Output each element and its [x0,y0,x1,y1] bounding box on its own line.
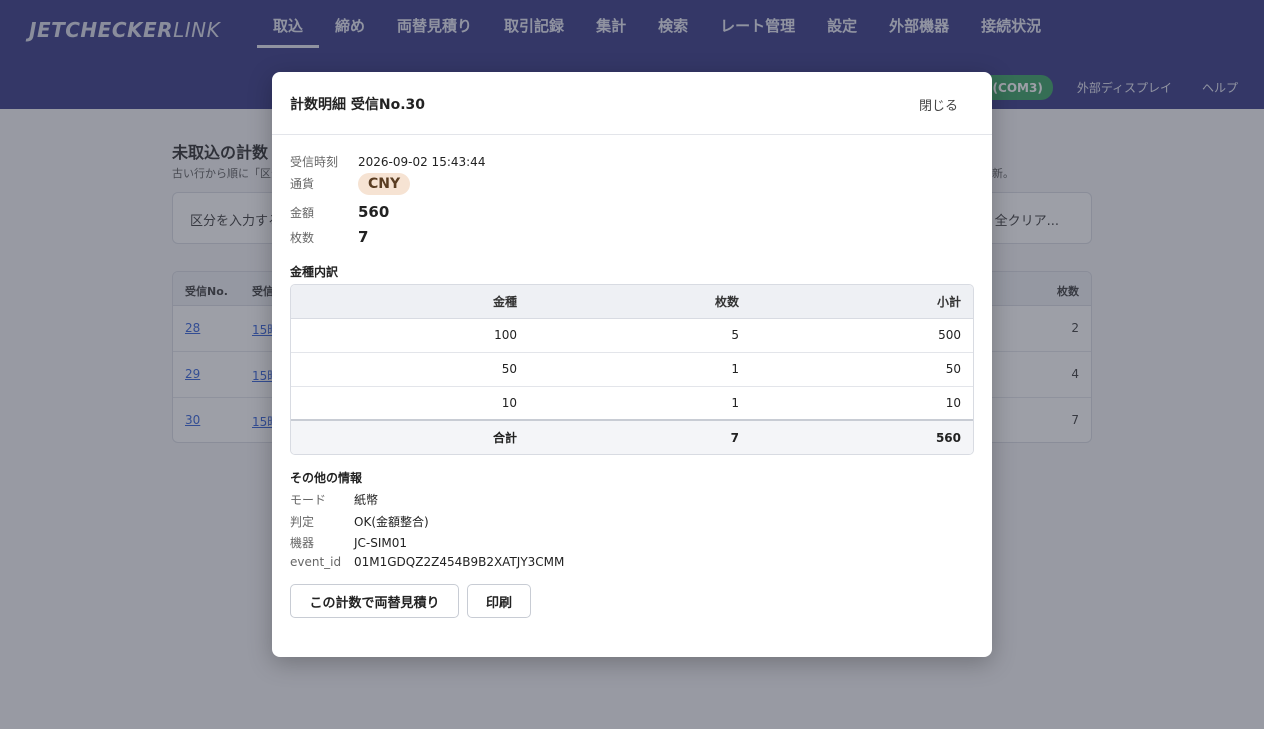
cell-count: 5 [517,318,739,353]
info-judgement-row: 判定 OK(金額整合) [290,513,429,530]
amount-row: 金額 560 [290,203,389,221]
count-label: 枚数 [290,231,315,245]
recv-time-label: 受信時刻 [290,155,339,169]
info-value: 01M1GDQZ2Z454B9B2XATJY3CMM [354,555,565,569]
cell-subtotal: 10 [739,386,973,421]
amount-label: 金額 [290,206,315,220]
other-info-section-title: その他の情報 [290,471,363,485]
info-label: 判定 [290,515,315,529]
info-label: モード [290,493,327,507]
info-event-id-row: event_id 01M1GDQZ2Z454B9B2XATJY3CMM [290,555,564,569]
cell-count: 1 [517,386,739,421]
denomination-header-row: 金種 枚数 小計 [291,285,973,319]
total-row: 合計 7 560 [291,419,973,454]
info-value: OK(金額整合) [354,515,429,529]
currency-badge: CNY [358,173,411,195]
cell-subtotal: 50 [739,352,973,387]
info-label: event_id [290,555,342,569]
count-value: 7 [358,228,369,246]
count-detail-modal: 計数明細 受信No.30 閉じる 受信時刻 2026-09-02 15:43:44… [272,72,992,657]
modal-header: 計数明細 受信No.30 閉じる [272,72,992,135]
count-row: 枚数 7 [290,228,368,246]
table-row: 100 5 500 [291,318,973,353]
cell-denomination: 50 [291,352,517,387]
denomination-section-title: 金種内訳 [290,265,339,279]
info-value: JC-SIM01 [354,536,408,550]
table-row: 50 1 50 [291,352,973,387]
currency-row: 通貨 CNY [290,173,411,195]
recv-time-row: 受信時刻 2026-09-02 15:43:44 [290,153,485,170]
exchange-quote-button[interactable]: この計数で両替見積り [290,584,459,618]
currency-label: 通貨 [290,177,315,191]
modal-title: 計数明細 受信No.30 [290,97,426,113]
denomination-table: 金種 枚数 小計 100 5 500 50 1 50 10 1 10 合計 7 … [290,284,974,455]
cell-subtotal: 500 [739,318,973,353]
total-count: 7 [517,419,739,454]
info-label: 機器 [290,536,315,550]
info-value: 紙幣 [354,493,379,507]
header-count: 枚数 [517,285,739,319]
close-button[interactable]: 閉じる [919,95,958,114]
print-button[interactable]: 印刷 [467,584,531,618]
info-mode-row: モード 紙幣 [290,491,378,508]
cell-denomination: 10 [291,386,517,421]
header-subtotal: 小計 [739,285,973,319]
total-amount: 560 [739,419,973,454]
total-label: 合計 [291,419,517,454]
recv-time-value: 2026-09-02 15:43:44 [358,155,486,169]
header-denomination: 金種 [291,285,517,319]
cell-count: 1 [517,352,739,387]
info-device-row: 機器 JC-SIM01 [290,534,407,551]
cell-denomination: 100 [291,318,517,353]
table-row: 10 1 10 [291,386,973,421]
amount-value: 560 [358,203,390,221]
